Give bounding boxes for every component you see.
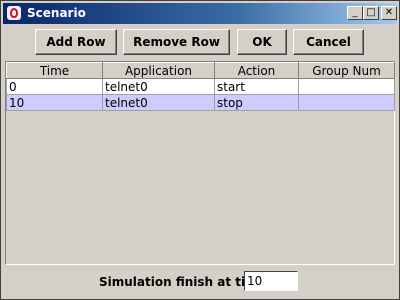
column-header-application[interactable]: Application (102, 62, 215, 79)
remove-row-button[interactable]: Remove Row (123, 29, 230, 55)
finish-time-input[interactable] (244, 271, 298, 291)
scenario-table[interactable]: Time Application Action Group Num 0 teln… (5, 61, 395, 265)
app-icon (7, 6, 21, 20)
column-header-group-num[interactable]: Group Num (298, 62, 395, 79)
close-button[interactable]: ✕ (381, 6, 397, 20)
add-row-button[interactable]: Add Row (35, 29, 117, 55)
table-row[interactable]: 0 telnet0 start (6, 78, 395, 95)
scenario-grid: Time Application Action Group Num 0 teln… (6, 62, 395, 111)
cell-action[interactable]: stop (214, 94, 299, 111)
cell-group-num[interactable] (298, 78, 395, 95)
column-header-time[interactable]: Time (6, 62, 103, 79)
cell-application[interactable]: telnet0 (102, 78, 215, 95)
cell-group-num[interactable] (298, 94, 395, 111)
cell-application[interactable]: telnet0 (102, 94, 215, 111)
column-header-action[interactable]: Action (214, 62, 299, 79)
title-bar[interactable]: Scenario _ □ ✕ (3, 3, 397, 24)
table-row-selected[interactable]: 10 telnet0 stop (6, 94, 395, 111)
scenario-window: Scenario _ □ ✕ Add Row Remove Row OK Can… (0, 0, 400, 300)
cell-time[interactable]: 10 (6, 94, 103, 111)
finish-time-label: Simulation finish at time (99, 275, 266, 289)
ok-button[interactable]: OK (237, 29, 287, 55)
cell-action[interactable]: start (214, 78, 299, 95)
window-title: Scenario (27, 6, 86, 20)
cancel-button[interactable]: Cancel (293, 29, 364, 55)
maximize-button[interactable]: □ (363, 6, 379, 20)
table-header: Time Application Action Group Num (6, 62, 395, 79)
minimize-button[interactable]: _ (347, 6, 363, 20)
cell-time[interactable]: 0 (6, 78, 103, 95)
